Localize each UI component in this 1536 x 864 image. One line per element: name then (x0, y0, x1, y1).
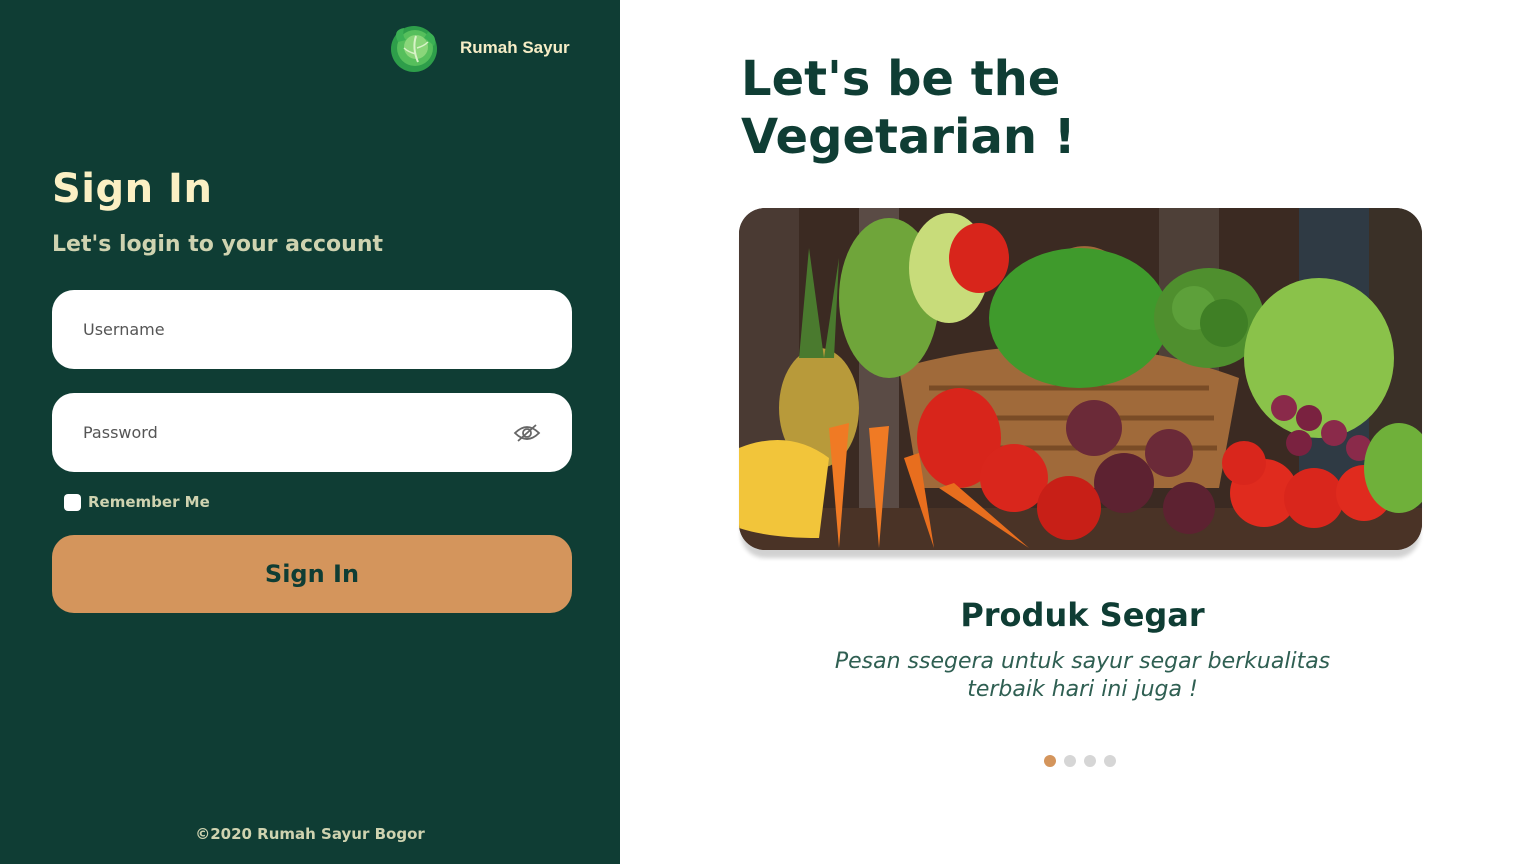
remember-me: Remember Me (64, 493, 210, 511)
hero-image (739, 208, 1422, 550)
brand-name: Rumah Sayur (460, 38, 570, 57)
hero-title: Let's be the Vegetarian ! (741, 50, 1341, 166)
carousel-dot-1[interactable] (1044, 755, 1056, 767)
slide-description-line2: terbaik hari ini juga ! (967, 677, 1198, 702)
cabbage-icon (391, 26, 437, 72)
slide-description: Pesan ssegera untuk sayur segar berkuali… (791, 648, 1374, 704)
username-input[interactable] (83, 320, 541, 339)
signin-subtitle: Let's login to your account (52, 232, 384, 257)
carousel-indicators (1044, 755, 1124, 767)
carousel-dot-2[interactable] (1064, 755, 1076, 767)
hero-title-line1: Let's be the (741, 51, 1061, 107)
carousel-dot-3[interactable] (1084, 755, 1096, 767)
sign-in-button[interactable]: Sign In (52, 535, 572, 613)
vegetables-photo (739, 208, 1422, 550)
hero-title-line2: Vegetarian ! (741, 109, 1076, 165)
password-field[interactable] (52, 393, 572, 472)
slide-description-line1: Pesan ssegera untuk sayur segar berkuali… (834, 649, 1331, 674)
slide-title: Produk Segar (960, 596, 1205, 634)
carousel-dot-4[interactable] (1104, 755, 1116, 767)
brand: Rumah Sayur (388, 22, 570, 74)
eye-slash-icon[interactable] (513, 422, 541, 444)
login-panel: Rumah Sayur Sign In Let's login to your … (0, 0, 620, 864)
password-input[interactable] (83, 423, 503, 442)
remember-me-checkbox[interactable] (64, 493, 81, 511)
remember-me-label[interactable]: Remember Me (88, 493, 210, 511)
signin-title: Sign In (52, 166, 213, 212)
username-field[interactable] (52, 290, 572, 369)
copyright-footer: ©2020 Rumah Sayur Bogor (195, 825, 425, 843)
